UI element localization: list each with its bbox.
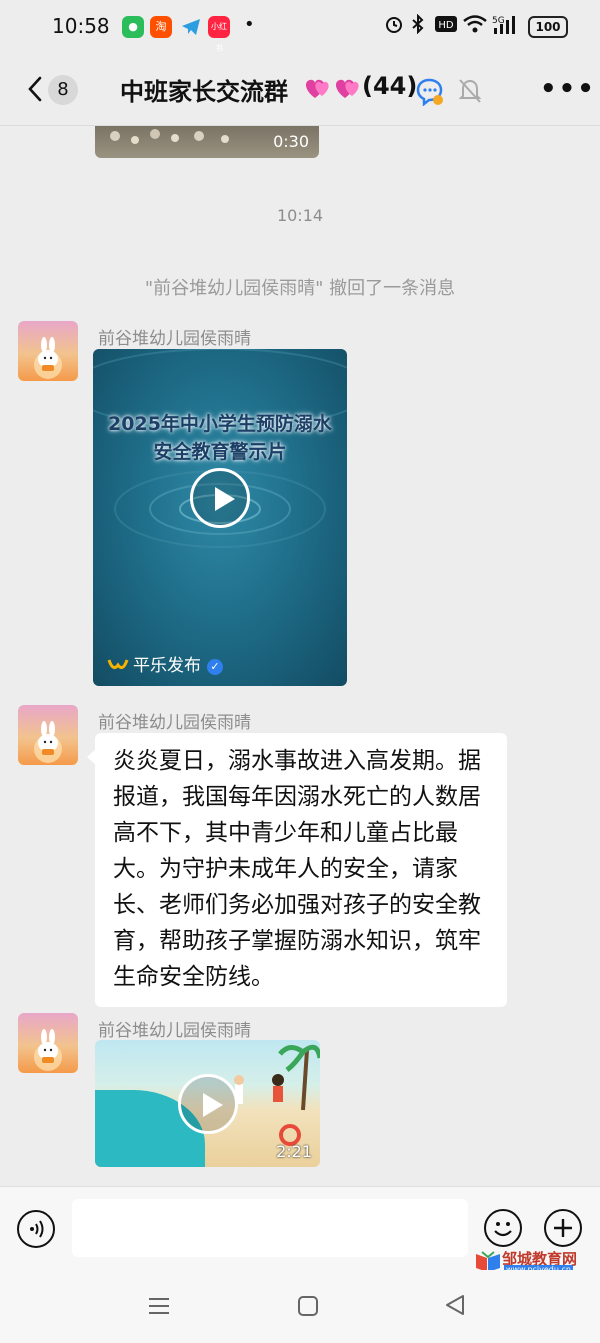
rabbit-avatar-icon <box>34 721 62 763</box>
plus-icon <box>554 1219 572 1237</box>
emoji-button[interactable] <box>484 1209 522 1247</box>
sender-name: 前谷堆幼儿园侯雨晴 <box>98 1021 251 1041</box>
group-title[interactable]: 中班家长交流群 <box>120 72 288 107</box>
message-input[interactable] <box>72 1199 468 1257</box>
sender-avatar[interactable] <box>18 321 78 381</box>
video-publisher[interactable]: 平乐发布 ✓ <box>107 651 223 676</box>
status-time: 10:58 <box>52 14 110 38</box>
video-duration: 2:21 <box>276 1142 312 1161</box>
battery-indicator: 100 <box>528 16 568 38</box>
rabbit-avatar-icon <box>34 1029 62 1071</box>
wifi-icon <box>462 14 488 39</box>
channel-video-message[interactable]: 2025年中小学生预防溺水 安全教育警示片 平乐发布 ✓ <box>93 349 347 686</box>
status-bar: 10:58 ● 淘 小红书 • HD 5G 100 <box>0 0 600 56</box>
publisher-name: 平乐发布 <box>133 656 201 676</box>
menu-nav-button[interactable] <box>146 1294 172 1322</box>
previous-video-message[interactable]: 0:30 <box>95 126 319 158</box>
sender-name: 前谷堆幼儿园侯雨晴 <box>98 713 251 733</box>
chat-header: 8 中班家长交流群 (44) ••• <box>0 56 600 126</box>
5g-signal-icon: 5G <box>492 14 522 41</box>
back-triangle-icon <box>446 1295 464 1315</box>
wechat-icon: ● <box>122 16 144 38</box>
recall-notice: "前谷堆幼儿园侯雨晴" 撤回了一条消息 <box>144 278 456 299</box>
menu-icon <box>149 1298 169 1314</box>
home-nav-button[interactable] <box>296 1294 320 1322</box>
video-duration: 0:30 <box>273 132 309 151</box>
voice-input-button[interactable] <box>17 1210 55 1248</box>
more-actions-button[interactable] <box>544 1209 582 1247</box>
alarm-icon <box>384 14 404 39</box>
unread-count-badge[interactable]: 8 <box>48 75 78 105</box>
back-nav-button[interactable] <box>442 1292 468 1322</box>
more-options-button[interactable]: ••• <box>540 74 596 104</box>
taobao-icon: 淘 <box>150 16 172 38</box>
rabbit-avatar-icon <box>34 337 62 379</box>
smiley-icon <box>494 1222 512 1237</box>
voice-icon <box>30 1220 44 1238</box>
bluetooth-icon <box>410 13 426 39</box>
sender-name: 前谷堆幼儿园侯雨晴 <box>98 329 251 349</box>
channels-logo-icon <box>107 659 129 670</box>
verified-icon: ✓ <box>207 659 223 675</box>
member-count: (44) <box>362 72 418 100</box>
beach-video-message[interactable]: 2:21 <box>95 1040 320 1167</box>
message-timestamp: 10:14 <box>276 206 324 225</box>
text-message-bubble[interactable]: 炎炎夏日，溺水事故进入高发期。据报道，我国每年因溺水死亡的人数居高不下，其中青少… <box>87 733 507 1007</box>
sender-avatar[interactable] <box>18 705 78 765</box>
notification-dot: • <box>244 14 255 35</box>
xiaohongshu-icon: 小红书 <box>208 16 230 53</box>
heart-emoji-icon <box>302 76 360 106</box>
mute-bell-icon[interactable] <box>458 78 482 108</box>
svg-text:HD: HD <box>438 20 454 31</box>
home-square-icon <box>298 1296 318 1316</box>
video-title-line2: 安全教育警示片 <box>153 441 287 463</box>
hd-icon: HD <box>434 14 458 39</box>
system-nav-bar <box>0 1270 600 1343</box>
group-chat-icon[interactable] <box>414 78 446 110</box>
play-button[interactable] <box>178 1074 238 1134</box>
video-title-line1: 2025年中小学生预防溺水 <box>108 413 332 435</box>
telegram-icon <box>180 16 202 38</box>
sender-avatar[interactable] <box>18 1013 78 1073</box>
play-button[interactable] <box>190 468 250 528</box>
